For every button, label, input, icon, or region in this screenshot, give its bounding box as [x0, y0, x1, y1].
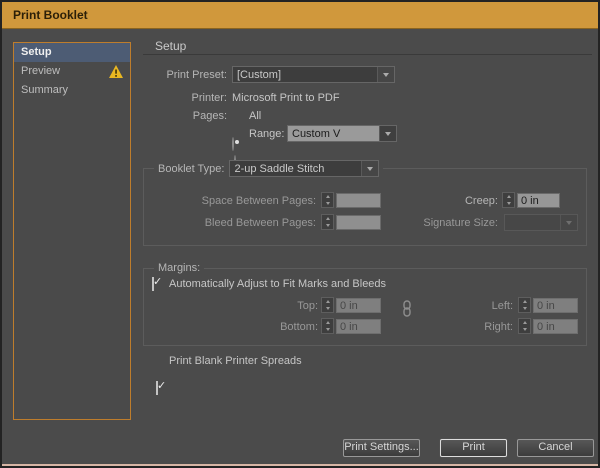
link-icon[interactable]: [401, 300, 413, 317]
auto-adjust-checkbox[interactable]: [152, 277, 154, 291]
titlebar[interactable]: Print Booklet: [2, 2, 598, 29]
section-divider: [143, 54, 592, 55]
booklet-type-value: 2-up Saddle Stitch: [230, 161, 361, 176]
bleed-between-pages-stepper[interactable]: [321, 214, 334, 230]
margin-left-label: Left:: [433, 300, 513, 312]
creep-input[interactable]: [517, 193, 560, 208]
print-preset-value: [Custom]: [233, 67, 377, 82]
booklet-type-select[interactable]: 2-up Saddle Stitch: [229, 160, 379, 177]
signature-size-label: Signature Size:: [398, 217, 498, 229]
space-between-pages-label: Space Between Pages:: [144, 195, 316, 207]
space-between-pages-stepper[interactable]: [321, 192, 334, 208]
bleed-between-pages-input[interactable]: [336, 215, 381, 230]
cancel-button[interactable]: Cancel: [517, 439, 594, 457]
stepper-up-icon: [519, 298, 530, 305]
margin-right-input[interactable]: [533, 319, 578, 334]
margin-top-label: Top:: [218, 300, 318, 312]
pages-all-label: All: [249, 110, 261, 122]
margin-left-input[interactable]: [533, 298, 578, 313]
booklet-type-label: Booklet Type:: [158, 163, 224, 175]
pages-range-value: Custom V: [288, 126, 379, 141]
pages-all-radio[interactable]: [232, 137, 234, 151]
sidebar-item-label: Preview: [21, 65, 60, 77]
sidebar-item-setup[interactable]: Setup: [14, 43, 130, 62]
window-title: Print Booklet: [13, 8, 88, 22]
page-title: Setup: [155, 39, 186, 53]
sidebar-item-label: Summary: [21, 84, 68, 96]
stepper-up-icon: [503, 193, 514, 200]
chevron-down-icon: [379, 126, 396, 141]
stepper-up-icon: [322, 298, 333, 305]
stepper-down-icon: [519, 326, 530, 333]
sidebar-item-label: Setup: [21, 46, 52, 58]
margin-bottom-stepper[interactable]: [321, 318, 334, 334]
stepper-down-icon: [322, 305, 333, 312]
print-preset-select[interactable]: [Custom]: [232, 66, 395, 83]
window-bottom-edge: [2, 464, 598, 466]
print-booklet-dialog: Print Booklet Setup Preview Summary Setu…: [0, 0, 600, 468]
chevron-down-icon: [377, 67, 394, 82]
margins-legend: Margins:: [154, 262, 204, 274]
print-button[interactable]: Print: [440, 439, 507, 457]
print-blank-spreads-label: Print Blank Printer Spreads: [169, 355, 302, 367]
print-preset-label: Print Preset:: [87, 69, 227, 81]
creep-stepper[interactable]: [502, 192, 515, 208]
pages-range-label: Range:: [249, 128, 284, 140]
booklet-type-legend: Booklet Type: 2-up Saddle Stitch: [154, 160, 383, 177]
margin-bottom-input[interactable]: [336, 319, 381, 334]
printer-value: Microsoft Print to PDF: [232, 92, 340, 104]
booklet-type-group: Booklet Type: 2-up Saddle Stitch Space B…: [143, 168, 587, 246]
print-settings-button[interactable]: Print Settings...: [343, 439, 420, 457]
stepper-down-icon: [322, 222, 333, 229]
pages-range-select[interactable]: Custom V: [287, 125, 397, 142]
space-between-pages-input[interactable]: [336, 193, 381, 208]
margins-label: Margins:: [158, 262, 200, 274]
stepper-up-icon: [519, 319, 530, 326]
print-blank-spreads-checkbox[interactable]: [156, 381, 158, 395]
margin-right-stepper[interactable]: [518, 318, 531, 334]
margins-group: Margins: Automatically Adjust to Fit Mar…: [143, 268, 587, 346]
stepper-down-icon: [519, 305, 530, 312]
chevron-down-icon: [361, 161, 378, 176]
margin-right-label: Right:: [433, 321, 513, 333]
auto-adjust-label: Automatically Adjust to Fit Marks and Bl…: [169, 278, 386, 290]
margin-left-stepper[interactable]: [518, 297, 531, 313]
stepper-down-icon: [322, 200, 333, 207]
printer-label: Printer:: [87, 92, 227, 104]
stepper-down-icon: [322, 326, 333, 333]
stepper-up-icon: [322, 193, 333, 200]
signature-size-select: [504, 214, 578, 231]
margin-bottom-label: Bottom:: [218, 321, 318, 333]
creep-label: Creep:: [398, 195, 498, 207]
pages-label: Pages:: [87, 110, 227, 122]
margin-top-stepper[interactable]: [321, 297, 334, 313]
bleed-between-pages-label: Bleed Between Pages:: [144, 217, 316, 229]
stepper-up-icon: [322, 319, 333, 326]
margin-top-input[interactable]: [336, 298, 381, 313]
signature-size-value: [505, 215, 560, 230]
stepper-up-icon: [322, 215, 333, 222]
chevron-down-icon: [560, 215, 577, 230]
stepper-down-icon: [503, 200, 514, 207]
